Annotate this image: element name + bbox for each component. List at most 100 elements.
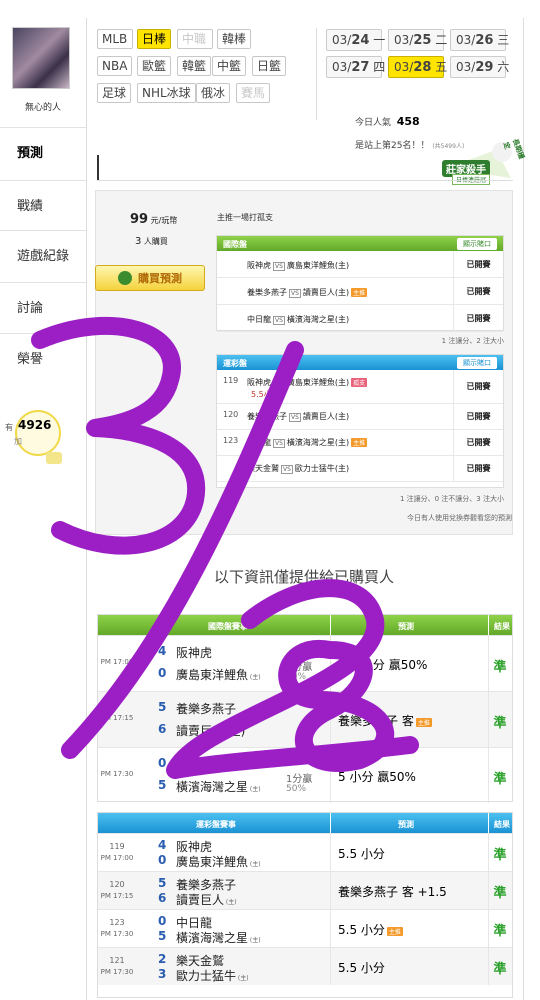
show-odds-button[interactable]: 顯示賭口 [457, 238, 497, 250]
intl-table-header: 國際盤賽事 預測 結果 [98, 615, 512, 635]
host-mark: (主) [224, 899, 237, 906]
league-tag[interactable]: 日籃 [252, 56, 287, 76]
match: 阪神虎 VS 廣島東洋鯉魚(主) [247, 260, 349, 271]
league-tag[interactable]: NBA [97, 56, 133, 76]
status: 已開賽 [453, 251, 503, 277]
nav-discussion[interactable]: 討論 [0, 282, 86, 334]
divider [97, 180, 513, 181]
points-lightbulb: 有 4926 加 [0, 408, 70, 468]
date-tab[interactable]: 03/25 二 [388, 29, 448, 51]
date-month: 03/ [456, 33, 476, 47]
match: 中日龍 VS 橫濱海灣之星(主) 主推 [247, 437, 368, 448]
prediction: 5 小分 贏50% [338, 770, 416, 784]
league-tag[interactable]: 中職 [177, 29, 213, 49]
result-row: PM 17:30 0 5 中日龍 橫濱海灣之星 (主) 1分贏 50% 5 小分 贏50% 準 [98, 747, 512, 803]
show-odds-button[interactable]: 顯示賭口 [457, 357, 497, 369]
pick-detail: 5.5小分 [251, 390, 280, 399]
score-away: 0 [158, 914, 167, 928]
lot-col-pred: 預測 [398, 820, 414, 829]
lottery-panel-title: 運彩盤 [223, 359, 247, 368]
points-value: 4926 [18, 418, 52, 432]
lottery-panel: 運彩盤 顯示賭口 119 阪神虎 VS 廣島東洋鯉魚(主) 孤支 5.5小分 已開賽 120 養樂… [216, 354, 504, 488]
match: 樂天金鷲 VS 歐力士猛牛(主) [247, 463, 349, 474]
league-tag[interactable]: 中籃 [212, 56, 247, 76]
nav-honor[interactable]: 榮譽 [0, 333, 86, 385]
result-row: 123 PM 17:30 0 5 中日龍 橫濱海灣之星 (主) 5.5 小分 主推準 [98, 909, 512, 947]
date-tab[interactable]: 03/28 五 [388, 56, 448, 78]
date-tab[interactable]: 03/29 六 [450, 56, 510, 78]
team-home: 廣島東洋鯉魚 (主) [176, 855, 261, 869]
game-no: 119 [109, 842, 125, 851]
league-tag[interactable]: 俄冰 [196, 83, 231, 103]
text-cursor [97, 155, 99, 181]
date-tab[interactable]: 03/27 四 [326, 56, 385, 78]
result-row: PM 17:00 4 0 阪神虎 廣島東洋鯉魚 (主) 1分贏 50% 5.5 小分 贏50%… [98, 635, 512, 691]
score-away: 2 [158, 952, 167, 966]
home-team: 廣島東洋鯉魚(主) [286, 261, 350, 270]
league-tag[interactable]: 日棒 [137, 29, 172, 49]
rank-label: 是站上第25名！！ [355, 141, 430, 151]
vs-icon: VS [289, 413, 301, 422]
nav-predict[interactable]: 預測 [0, 127, 86, 179]
away-team: 養樂多燕子 [247, 412, 287, 421]
buyers-label: 人購買 [143, 237, 168, 246]
game-no: 120 [109, 880, 125, 889]
date-weekday: 五 [431, 60, 448, 74]
score-home: 0 [158, 666, 167, 680]
league-tag[interactable]: 足球 [97, 83, 132, 103]
price: 99 元/玩幣 [130, 212, 177, 227]
team-away: 養樂多燕子 [176, 702, 237, 716]
date-weekday: 二 [431, 33, 448, 47]
coin-icon [118, 271, 132, 285]
buy-prediction-button[interactable]: 購買預測 [95, 265, 205, 291]
result: 準 [493, 962, 507, 977]
game-time: PM 17:00 [100, 658, 134, 666]
home-team: 讀賣巨人(主) [302, 288, 350, 297]
nav-game-log[interactable]: 遊戲紀錄 [0, 230, 86, 282]
league-tag[interactable]: 韓棒 [217, 29, 252, 49]
game-no: 119 [223, 376, 239, 385]
prediction: 5.5 小分 [338, 961, 385, 975]
game-no: 120 [223, 410, 239, 419]
date-weekday: 一 [369, 33, 386, 47]
lot-col-match: 運彩盤賽事 [196, 820, 236, 829]
league-tag[interactable]: 歐籃 [137, 56, 172, 76]
points-suffix: 加 [14, 437, 22, 446]
result: 準 [493, 660, 507, 675]
result: 準 [493, 716, 507, 731]
intl-row: 中日龍 VS 橫濱海灣之星(主) 已開賽 [217, 305, 503, 332]
nav-record[interactable]: 戰績 [0, 180, 86, 232]
prediction: 5.5 小分 [338, 847, 385, 861]
game-no: 123 [109, 918, 125, 927]
prediction: 5.5 小分 贏50% [338, 658, 428, 672]
date-weekday: 六 [493, 60, 510, 74]
league-tag[interactable]: 韓籃 [177, 56, 212, 76]
date-tab[interactable]: 03/26 三 [450, 29, 509, 51]
home-team: 橫濱海灣之星(主) [286, 315, 350, 324]
score-away: 0 [158, 756, 167, 770]
intl-col-result: 結果 [494, 622, 510, 631]
intl-row: 阪神虎 VS 廣島東洋鯉魚(主) 已開賽 [217, 251, 503, 278]
lottery-table-header: 運彩盤賽事 預測 結果 [98, 813, 512, 833]
vs-icon: VS [281, 465, 293, 474]
handicap: 1分贏 [286, 774, 313, 785]
game-time: PM 17:30 [100, 770, 134, 778]
result-row: PM 17:15 5 6 養樂多燕子 讀賣巨人(主) 養樂多燕子 客主推 準 [98, 691, 512, 747]
result: 準 [493, 848, 507, 863]
avatar[interactable] [12, 27, 70, 89]
date-month: 03/ [332, 60, 352, 74]
away-team: 養樂多燕子 [247, 288, 287, 297]
lot-col-result: 結果 [494, 820, 510, 829]
intl-results-table: 國際盤賽事 預測 結果 PM 17:00 4 0 阪神虎 廣島東洋鯉魚 (主) 1分贏 50… [97, 614, 513, 803]
game-no: 123 [223, 436, 239, 445]
league-tag[interactable]: MLB [97, 29, 133, 49]
league-tag[interactable]: NHL冰球 [137, 83, 196, 103]
league-tag[interactable]: 賽馬 [236, 83, 271, 103]
team-home: 廣島東洋鯉魚 (主) [176, 668, 261, 682]
popularity: 今日人氣 458 [355, 115, 420, 128]
pick-mark-icon: 孤支 [351, 378, 368, 387]
status: 已開賽 [453, 456, 503, 481]
date-tab[interactable]: 03/24 一 [326, 29, 386, 51]
pick-mark-icon: 主推 [351, 288, 368, 297]
price-unit: 元/玩幣 [150, 216, 178, 225]
